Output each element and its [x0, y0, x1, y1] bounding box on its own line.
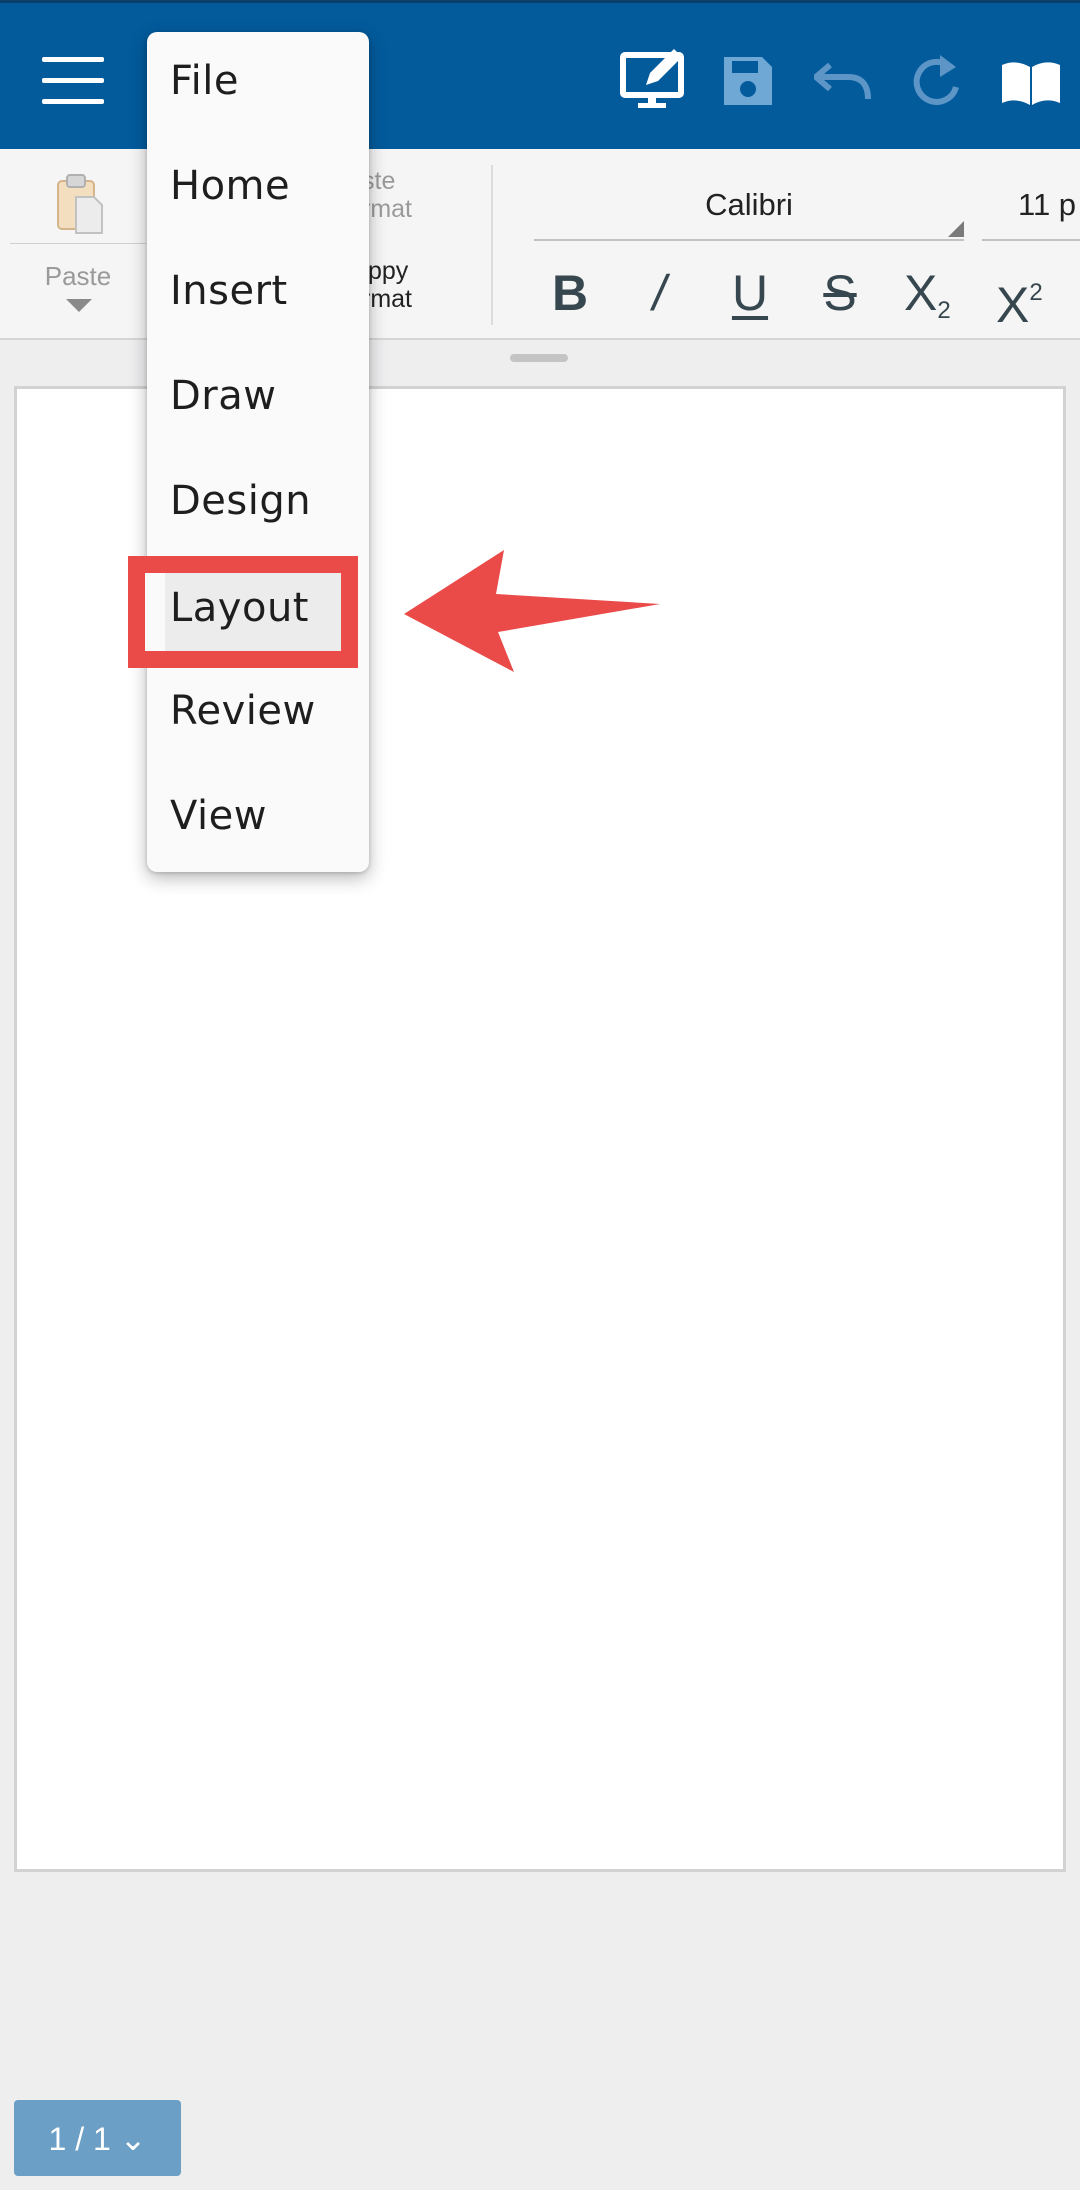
subscript-icon: X2: [904, 265, 951, 324]
copy-format-line1[interactable]: ppy: [368, 257, 408, 285]
red-arrow-icon: [404, 550, 660, 672]
font-family-select[interactable]: Calibri: [534, 179, 964, 241]
copy-format-line2[interactable]: rmat: [362, 285, 412, 313]
highlight-annotation: Layout: [128, 556, 358, 668]
paste-button[interactable]: Paste: [10, 169, 150, 312]
italic-button[interactable]: /: [640, 261, 680, 325]
ribbon-divider: [491, 165, 493, 325]
bold-icon: B: [551, 265, 589, 321]
superscript-icon: X2: [996, 277, 1043, 333]
menu-item-review[interactable]: Review: [170, 688, 316, 734]
underline-icon: U: [731, 265, 769, 321]
menu-item-file[interactable]: File: [170, 58, 239, 104]
ribbon-tab-menu: File Home Insert Draw Design Review View: [147, 32, 369, 872]
book-icon[interactable]: [1000, 59, 1062, 107]
font-size-select[interactable]: 11 p: [982, 179, 1080, 241]
menu-item-insert[interactable]: Insert: [170, 268, 288, 314]
menu-item-home[interactable]: Home: [170, 163, 290, 209]
ribbon-drag-handle[interactable]: [510, 354, 568, 362]
menu-item-layout[interactable]: Layout: [170, 585, 309, 631]
menu-item-view[interactable]: View: [170, 793, 267, 839]
superscript-button[interactable]: X2: [996, 261, 1066, 333]
font-size-value: 11 p: [1018, 187, 1077, 222]
page-indicator-text: 1 / 1 ⌄: [48, 2121, 147, 2157]
paste-dropdown-icon[interactable]: [66, 299, 92, 312]
subscript-button[interactable]: X2: [904, 261, 966, 325]
redo-icon[interactable]: [912, 53, 962, 109]
font-family-value: Calibri: [705, 187, 793, 222]
paste-format-line2[interactable]: rmat: [362, 195, 412, 223]
paste-divider: [10, 243, 146, 244]
desktop-edit-icon[interactable]: [620, 47, 688, 111]
page-indicator[interactable]: 1 / 1 ⌄: [14, 2100, 181, 2176]
undo-icon[interactable]: [814, 61, 872, 103]
clipboard-icon: [57, 174, 103, 234]
bold-button[interactable]: B: [548, 261, 592, 325]
strikethrough-icon: S: [823, 265, 857, 321]
underline-button[interactable]: U: [728, 261, 772, 325]
paste-label: Paste: [44, 261, 112, 291]
menu-icon[interactable]: [42, 57, 104, 105]
menu-item-draw[interactable]: Draw: [170, 373, 276, 419]
strikethrough-button[interactable]: S: [818, 261, 862, 325]
italic-icon: /: [648, 265, 672, 321]
save-icon[interactable]: [722, 55, 774, 107]
dropdown-corner-icon: [948, 221, 964, 237]
menu-item-design[interactable]: Design: [170, 478, 311, 524]
